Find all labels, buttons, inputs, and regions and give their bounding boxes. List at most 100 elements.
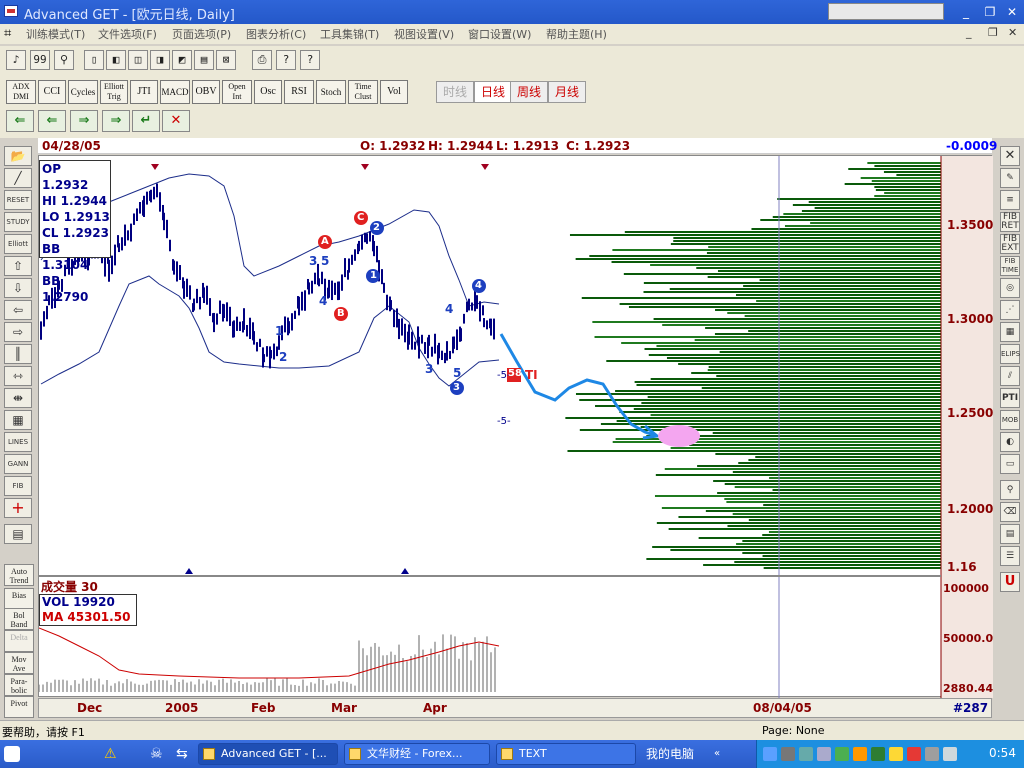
scroll-left-icon[interactable]: ⇐ [38, 110, 66, 132]
indicator-stoch[interactable]: Stoch [316, 80, 346, 104]
grid-icon[interactable]: ▤ [194, 50, 214, 70]
mov-ave-button[interactable]: Mov Ave [4, 652, 34, 674]
chat-icon[interactable] [853, 747, 867, 761]
properties-icon[interactable]: ▤ [4, 524, 32, 544]
new-page-icon[interactable]: ▯ [84, 50, 104, 70]
menu-help[interactable]: 帮助主题(H) [546, 26, 607, 42]
tool-icon[interactable] [817, 747, 831, 761]
indicator-elliott-trig[interactable]: Elliott Trig [100, 80, 128, 104]
bias-button[interactable]: Bias [4, 588, 34, 610]
bol-band-button[interactable]: Bol Band [4, 608, 34, 630]
printer-icon[interactable] [925, 747, 939, 761]
delta-button[interactable]: Delta [4, 630, 34, 652]
indicator-vol[interactable]: Vol [380, 80, 408, 104]
minimize-icon[interactable]: _ [956, 3, 976, 21]
zoom-icon[interactable]: ⚲ [1000, 480, 1020, 500]
restore-icon[interactable]: ❐ [980, 3, 1000, 21]
indicator-macd[interactable]: MACD [160, 80, 190, 104]
compress-icon[interactable]: ⇼ [4, 388, 32, 408]
text-tool-icon[interactable]: ▭ [1000, 454, 1020, 474]
title-search-box[interactable] [828, 3, 944, 20]
fib-ret-button[interactable]: FIB RET [1000, 212, 1020, 232]
forward-page-icon[interactable]: ◨ [150, 50, 170, 70]
parabolic-button[interactable]: Para- bolic [4, 674, 34, 696]
expand-icon[interactable]: ⇿ [4, 366, 32, 386]
warning-icon[interactable]: ⚠ [104, 746, 117, 762]
task-advanced-get[interactable]: Advanced GET - [... [198, 743, 338, 765]
print-icon[interactable]: ⎙ [252, 50, 272, 70]
media-icon[interactable] [835, 747, 849, 761]
parallel-lines-icon[interactable]: ≡ [1000, 190, 1020, 210]
copy-icon[interactable]: ◧ [106, 50, 126, 70]
grid-toggle-icon[interactable]: ▦ [4, 410, 32, 430]
indicator-open-int[interactable]: Open Int [222, 80, 252, 104]
auto-trend-button[interactable]: Auto Trend [4, 564, 34, 586]
menu-tools[interactable]: 工具集锦(T) [320, 26, 379, 42]
period-weekly[interactable]: 周线 [510, 81, 548, 103]
expand-tray-icon[interactable]: « [714, 748, 720, 759]
fib-ext-button[interactable]: FIB EXT [1000, 234, 1020, 254]
indicator-cci[interactable]: CCI [38, 80, 66, 104]
bars-icon[interactable]: ║ [4, 344, 32, 364]
indicator-rsi[interactable]: RSI [284, 80, 314, 104]
network-icon[interactable] [763, 747, 777, 761]
zoom-fit-icon[interactable]: ◐ [1000, 432, 1020, 452]
fib-button[interactable]: FIB [4, 476, 32, 496]
cross-window-icon[interactable]: ⊠ [216, 50, 236, 70]
mdi-restore-icon[interactable]: ❐ [988, 26, 998, 39]
indicator-osc[interactable]: Osc [254, 80, 282, 104]
indicator-jti[interactable]: JTI [130, 80, 158, 104]
u-turn-icon[interactable]: U [1000, 572, 1020, 592]
return-icon[interactable]: ↵ [132, 110, 160, 132]
draw-line-icon[interactable]: ╱ [4, 168, 32, 188]
open-folder-icon[interactable]: 📂 [4, 146, 32, 166]
start-icon[interactable] [4, 746, 20, 762]
delete-icon[interactable]: ✕ [162, 110, 190, 132]
fan-icon[interactable]: ⋰ [1000, 300, 1020, 320]
context-help-icon[interactable]: ? [300, 50, 320, 70]
elips-button[interactable]: ELIPS [1000, 344, 1020, 364]
antivirus-icon[interactable] [907, 747, 921, 761]
mdi-minimize-icon[interactable]: _ [966, 26, 972, 39]
period-daily[interactable]: 日线 [474, 81, 512, 103]
eraser-icon[interactable]: ⌫ [1000, 502, 1020, 522]
menu-file[interactable]: 文件选项(F) [98, 26, 157, 42]
task-wenhua[interactable]: 文华财经 - Forex... [344, 743, 490, 765]
cancel-draw-icon[interactable]: ✕ [1000, 146, 1020, 166]
volume-icon[interactable] [889, 747, 903, 761]
indicator-adx-dmi[interactable]: ADX DMI [6, 80, 36, 104]
magnifier-icon[interactable]: ⚲ [54, 50, 74, 70]
reset-button[interactable]: RESET [4, 190, 32, 210]
elliott-button[interactable]: Elliott [4, 234, 32, 254]
fib-time-button[interactable]: FIB TIME [1000, 256, 1020, 276]
arrow-down-icon[interactable]: ⇩ [4, 278, 32, 298]
scroll-start-icon[interactable]: ⇐ [6, 110, 34, 132]
task-text[interactable]: TEXT [496, 743, 636, 765]
pencil-icon[interactable]: ✎ [1000, 168, 1020, 188]
play-icon[interactable] [871, 747, 885, 761]
speaker-icon[interactable] [943, 747, 957, 761]
quote-icon[interactable]: 99 [30, 50, 50, 70]
menu-window[interactable]: 窗口设置(W) [468, 26, 531, 42]
close-icon[interactable]: ✕ [1002, 3, 1022, 21]
scroll-end-icon[interactable]: ⇒ [102, 110, 130, 132]
crosshair-icon[interactable]: + [4, 498, 32, 518]
pivot-button[interactable]: Pivot [4, 696, 34, 718]
period-hourly[interactable]: 时线 [436, 81, 474, 103]
list-icon[interactable]: ☰ [1000, 546, 1020, 566]
cycle-icon[interactable]: ◎ [1000, 278, 1020, 298]
arrow-up-icon[interactable]: ⇧ [4, 256, 32, 276]
chart-area[interactable]: A B C 2 1 3 4 1 2 3 4 5 3 4 5 -5- -5- 58… [38, 155, 993, 698]
keyboard-icon[interactable] [781, 747, 795, 761]
indicator-obv[interactable]: OBV [192, 80, 220, 104]
indicator-time-clust[interactable]: Time Clust [348, 80, 378, 104]
arrow-left-icon[interactable]: ⇦ [4, 300, 32, 320]
back-page-icon[interactable]: ◫ [128, 50, 148, 70]
window-icon[interactable]: ◩ [172, 50, 192, 70]
arrow-icon[interactable]: ⇆ [176, 746, 188, 762]
menu-chart[interactable]: 图表分析(C) [246, 26, 306, 42]
period-monthly[interactable]: 月线 [548, 81, 586, 103]
grid-tool-icon[interactable]: ▦ [1000, 322, 1020, 342]
help-icon[interactable]: ? [276, 50, 296, 70]
menu-page[interactable]: 页面选项(P) [172, 26, 231, 42]
